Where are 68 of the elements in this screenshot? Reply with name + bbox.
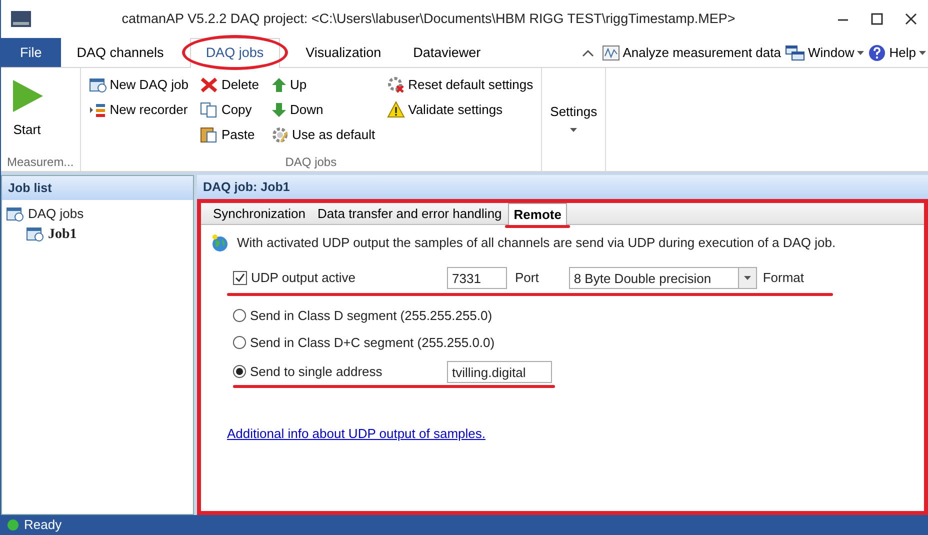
warning-icon — [387, 101, 406, 118]
pane-header: Job list — [2, 176, 193, 200]
address-field[interactable]: tvilling.digital — [447, 360, 552, 382]
arrow-down-icon — [271, 102, 288, 118]
status-led-icon — [7, 519, 19, 531]
checkbox-label: UDP output active — [251, 268, 356, 287]
tab[interactable]: Remote — [508, 202, 568, 225]
ribbon-tab[interactable]: Visualization — [290, 38, 398, 67]
maximize-icon[interactable] — [871, 13, 883, 25]
close-icon — [200, 76, 218, 92]
arrow-up-icon — [271, 76, 288, 92]
info-text: With activated UDP output the samples of all channels are send via UDP during execution of a DAQ job. — [237, 234, 836, 252]
help-link[interactable]: Additional info about UDP output of samples. — [227, 424, 486, 443]
group-label: DAQ jobs — [284, 154, 338, 171]
port-field[interactable]: 7331 — [447, 266, 507, 288]
tree-item[interactable]: DAQ jobs — [6, 204, 189, 224]
app-logo-icon — [11, 11, 31, 27]
ribbon-button[interactable]: Validate settings — [385, 97, 536, 122]
table-clock-icon — [88, 76, 107, 92]
ribbon-button[interactable]: Delete — [198, 72, 262, 97]
radio-button[interactable]: Send in Class D+C segment (255.255.0.0) — [233, 333, 495, 352]
table-clock-icon — [26, 226, 44, 242]
radio-button[interactable]: Send in Class D segment (255.255.255.0) — [233, 306, 492, 325]
caret-icon — [744, 276, 751, 280]
ribbon-menu-button[interactable]: Window — [783, 40, 866, 65]
gear-cross-icon — [387, 76, 406, 94]
globe-icon — [211, 234, 229, 252]
ribbon-menu-button[interactable]: Help — [866, 40, 928, 65]
ribbon-button[interactable]: Copy — [198, 97, 262, 122]
table-clock-icon — [6, 206, 24, 222]
ribbon-button[interactable]: Use as default — [269, 122, 378, 147]
caret-icon — [570, 128, 578, 132]
ribbon-button[interactable]: Down — [269, 97, 378, 122]
ribbon-button[interactable]: Reset default settings — [385, 72, 536, 97]
ribbon-button[interactable]: Paste — [198, 122, 262, 147]
tab[interactable]: Synchronization — [207, 202, 312, 224]
windows-icon — [785, 44, 805, 60]
collapse-ribbon-icon — [582, 48, 594, 58]
tab[interactable]: Data transfer and error handling — [312, 202, 508, 224]
ribbon-button[interactable]: Start — [7, 72, 47, 140]
pane-header: DAQ job: Job1 — [197, 175, 928, 199]
group-label: Measurem... — [7, 154, 74, 171]
ribbon-button[interactable]: Settings — [548, 72, 600, 171]
gear-icon — [271, 126, 290, 144]
annotation-underline — [504, 225, 570, 228]
ribbon-button[interactable]: Up — [269, 72, 378, 97]
field-label: Format — [762, 268, 804, 287]
ribbon-menu-button[interactable]: Analyze measurement data — [600, 40, 783, 65]
list-bars-icon — [88, 102, 107, 118]
ribbon-tab[interactable]: Dataviewer — [397, 38, 497, 67]
tree-item[interactable]: Job1 — [6, 224, 189, 244]
chart-window-icon — [602, 44, 620, 60]
checkbox-box[interactable] — [233, 270, 247, 284]
check-icon — [234, 272, 246, 284]
ribbon-button[interactable]: New DAQ job — [86, 72, 190, 97]
copy-icon — [200, 102, 218, 118]
ribbon-tab[interactable]: DAQ channels — [60, 38, 180, 67]
radio-button[interactable]: Send to single address — [233, 362, 447, 382]
field-label: Port — [515, 268, 539, 287]
format-dropdown[interactable]: 8 Byte Double precision — [568, 266, 757, 288]
ribbon-button[interactable]: New recorder — [86, 97, 190, 122]
status-text: Ready — [24, 516, 62, 534]
file-menu-button[interactable]: File — [1, 38, 61, 67]
window-title: catmanAP V5.2.2 DAQ project: <C:\Users\labuser\Documents\HBM RIGG TEST\riggTimestamp.MEP> — [120, 10, 736, 28]
help-icon — [868, 44, 886, 62]
clipboard-icon — [200, 126, 218, 143]
ribbon-tab[interactable]: DAQ jobs — [190, 38, 280, 68]
close-icon[interactable] — [905, 13, 917, 25]
